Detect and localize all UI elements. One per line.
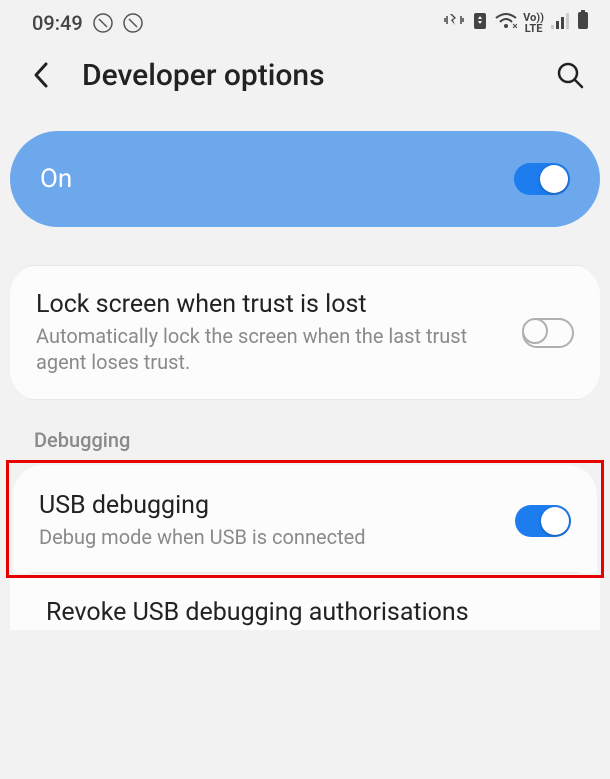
status-left: 09:49 xyxy=(32,11,143,35)
debugging-card-continued: Revoke USB debugging authorisations xyxy=(10,578,600,630)
notification-icon xyxy=(123,13,143,33)
master-toggle-switch[interactable] xyxy=(514,163,570,195)
setting-desc: Automatically lock the screen when the l… xyxy=(36,323,502,375)
setting-title: Lock screen when trust is lost xyxy=(36,290,502,319)
section-header-debugging: Debugging xyxy=(34,428,610,452)
setting-desc: Debug mode when USB is connected xyxy=(39,524,495,550)
back-button[interactable] xyxy=(22,55,62,95)
recycle-icon xyxy=(471,10,489,35)
search-button[interactable] xyxy=(550,55,590,95)
usb-debugging-row[interactable]: USB debugging Debug mode when USB is con… xyxy=(31,469,579,573)
volte-icon: Vo)) LTE xyxy=(523,12,544,34)
lock-screen-trust-row[interactable]: Lock screen when trust is lost Automatic… xyxy=(28,265,582,400)
usb-debugging-toggle[interactable] xyxy=(515,505,571,537)
page-title: Developer options xyxy=(82,58,530,93)
clock: 09:49 xyxy=(32,11,83,35)
debugging-card: USB debugging Debug mode when USB is con… xyxy=(13,465,597,573)
battery-icon xyxy=(576,10,590,35)
revoke-usb-auth-row[interactable]: Revoke USB debugging authorisations xyxy=(38,578,572,630)
app-header: Developer options xyxy=(0,41,610,125)
wifi-icon xyxy=(495,11,517,35)
settings-card: Lock screen when trust is lost Automatic… xyxy=(10,265,600,400)
signal-icon xyxy=(550,11,570,35)
lock-screen-toggle[interactable] xyxy=(522,318,574,348)
master-toggle-label: On xyxy=(40,164,72,194)
status-bar: 09:49 Vo)) LTE xyxy=(0,0,610,41)
setting-title: Revoke USB debugging authorisations xyxy=(46,596,564,630)
master-toggle-row[interactable]: On xyxy=(10,131,600,227)
setting-title: USB debugging xyxy=(39,491,495,520)
highlight-annotation: USB debugging Debug mode when USB is con… xyxy=(6,460,604,578)
status-right: Vo)) LTE xyxy=(443,10,590,35)
vibrate-icon xyxy=(443,10,465,35)
notification-icon xyxy=(93,13,113,33)
